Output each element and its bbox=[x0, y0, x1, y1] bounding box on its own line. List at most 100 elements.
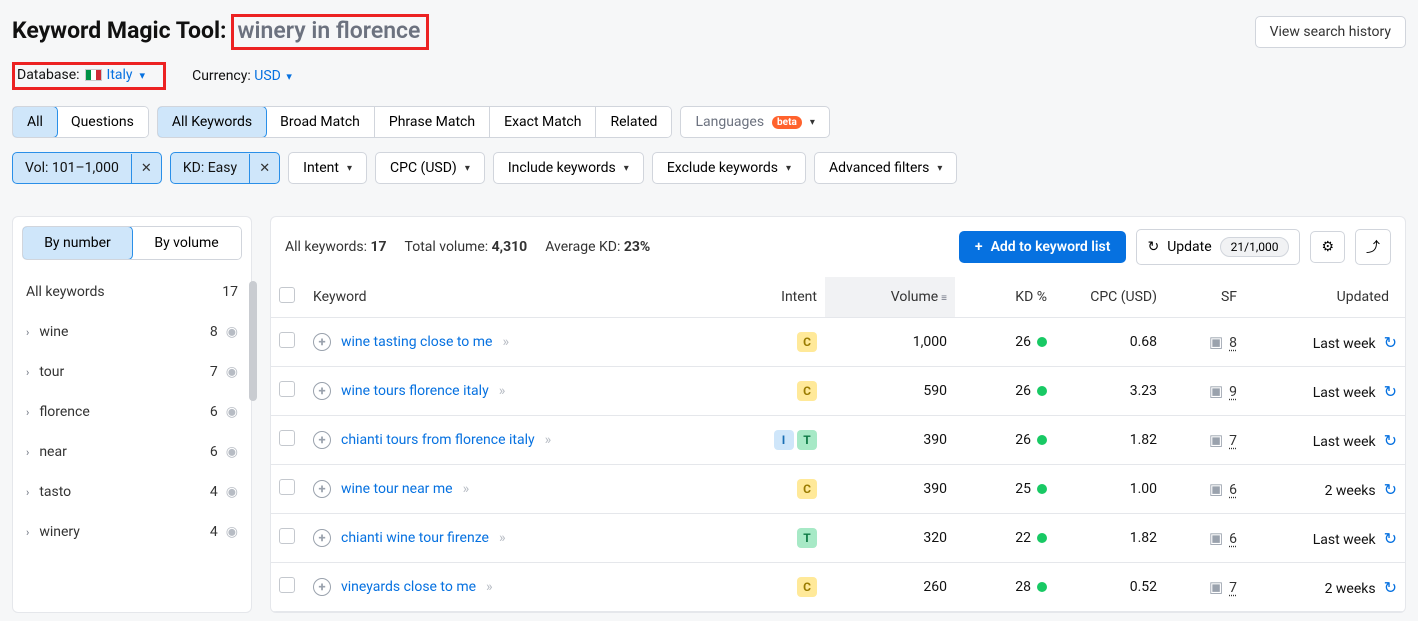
expand-icon[interactable]: » bbox=[502, 334, 506, 350]
row-checkbox[interactable] bbox=[279, 528, 295, 544]
exclude-keywords-button[interactable]: Exclude keywords▾ bbox=[652, 152, 806, 184]
sf-value[interactable]: 6 bbox=[1229, 482, 1237, 498]
settings-button[interactable]: ⚙ bbox=[1310, 231, 1345, 263]
keyword-link[interactable]: chianti tours from florence italy bbox=[341, 432, 535, 448]
volume-filter-chip: Vol: 101–1,000 ✕ bbox=[12, 152, 162, 184]
intent-filter-button[interactable]: Intent▾ bbox=[288, 152, 367, 184]
select-all-checkbox[interactable] bbox=[279, 287, 295, 303]
serp-features-icon[interactable]: ▣ bbox=[1209, 578, 1223, 596]
database-selector[interactable]: Database: Italy ▾ bbox=[12, 62, 166, 90]
row-checkbox[interactable] bbox=[279, 332, 295, 348]
sidebar-scrollbar[interactable] bbox=[249, 281, 257, 401]
add-keyword-icon[interactable]: + bbox=[313, 333, 331, 351]
intent-badge-T: T bbox=[797, 430, 817, 450]
currency-selector[interactable]: Currency: USD ▾ bbox=[192, 68, 292, 84]
keywords-table: Keyword Intent Volume≡ KD % CPC (USD) SF… bbox=[271, 277, 1405, 612]
volume-value: 320 bbox=[825, 514, 955, 563]
sidebar-item[interactable]: ›florence 6◉ bbox=[22, 392, 242, 432]
eye-icon[interactable]: ◉ bbox=[226, 524, 238, 540]
add-keyword-icon[interactable]: + bbox=[313, 480, 331, 498]
filter-phrase-match-button[interactable]: Phrase Match bbox=[375, 107, 490, 137]
add-keyword-icon[interactable]: + bbox=[313, 529, 331, 547]
intent-badge-C: C bbox=[797, 381, 817, 401]
filter-broad-match-button[interactable]: Broad Match bbox=[266, 107, 375, 137]
refresh-row-icon[interactable]: ↻ bbox=[1384, 578, 1397, 597]
add-to-keyword-list-button[interactable]: + Add to keyword list bbox=[959, 231, 1127, 263]
eye-icon[interactable]: ◉ bbox=[226, 324, 238, 340]
row-checkbox[interactable] bbox=[279, 577, 295, 593]
expand-icon[interactable]: » bbox=[499, 383, 503, 399]
column-kd[interactable]: KD % bbox=[955, 277, 1055, 318]
cpc-value: 1.82 bbox=[1055, 416, 1165, 465]
row-checkbox[interactable] bbox=[279, 381, 295, 397]
keyword-link[interactable]: wine tasting close to me bbox=[341, 334, 492, 350]
add-keyword-icon[interactable]: + bbox=[313, 578, 331, 596]
refresh-row-icon[interactable]: ↻ bbox=[1384, 431, 1397, 450]
add-keyword-icon[interactable]: + bbox=[313, 431, 331, 449]
column-sf[interactable]: SF bbox=[1165, 277, 1245, 318]
expand-icon[interactable]: » bbox=[486, 579, 490, 595]
column-cpc[interactable]: CPC (USD) bbox=[1055, 277, 1165, 318]
chevron-down-icon: ▾ bbox=[624, 163, 629, 174]
remove-kd-chip-button[interactable]: ✕ bbox=[249, 154, 279, 183]
languages-filter-button[interactable]: Languages beta ▾ bbox=[680, 106, 829, 138]
eye-icon[interactable]: ◉ bbox=[226, 364, 238, 380]
serp-features-icon[interactable]: ▣ bbox=[1209, 480, 1223, 498]
sidebar-item[interactable]: ›near 6◉ bbox=[22, 432, 242, 472]
view-search-history-button[interactable]: View search history bbox=[1255, 16, 1406, 48]
keyword-link[interactable]: chianti wine tour firenze bbox=[341, 530, 489, 546]
filter-all-keywords-button[interactable]: All Keywords bbox=[157, 106, 267, 138]
sidebar-item[interactable]: ›wine 8◉ bbox=[22, 312, 242, 352]
serp-features-icon[interactable]: ▣ bbox=[1209, 529, 1223, 547]
sf-value[interactable]: 7 bbox=[1229, 580, 1237, 596]
row-checkbox[interactable] bbox=[279, 479, 295, 495]
sidebar-item[interactable]: ›tour 7◉ bbox=[22, 352, 242, 392]
remove-volume-chip-button[interactable]: ✕ bbox=[131, 154, 161, 183]
sf-value[interactable]: 7 bbox=[1229, 433, 1237, 449]
cpc-filter-button[interactable]: CPC (USD)▾ bbox=[375, 152, 485, 184]
refresh-row-icon[interactable]: ↻ bbox=[1384, 480, 1397, 499]
filter-related-button[interactable]: Related bbox=[596, 107, 671, 137]
sf-value[interactable]: 9 bbox=[1229, 384, 1237, 400]
eye-icon[interactable]: ◉ bbox=[226, 444, 238, 460]
updated-value: Last week bbox=[1313, 336, 1376, 352]
kd-value: 26 bbox=[1015, 383, 1031, 399]
refresh-row-icon[interactable]: ↻ bbox=[1384, 333, 1397, 352]
sf-value[interactable]: 8 bbox=[1229, 335, 1237, 351]
export-button[interactable]: ⤴ bbox=[1355, 229, 1391, 265]
include-keywords-button[interactable]: Include keywords▾ bbox=[493, 152, 644, 184]
sidebar-item[interactable]: ›winery 4◉ bbox=[22, 512, 242, 552]
column-keyword[interactable]: Keyword bbox=[305, 277, 745, 318]
serp-features-icon[interactable]: ▣ bbox=[1209, 333, 1223, 351]
sidebar-all-keywords[interactable]: All keywords 17 bbox=[22, 272, 242, 312]
eye-icon[interactable]: ◉ bbox=[226, 404, 238, 420]
keyword-link[interactable]: wine tour near me bbox=[341, 481, 453, 497]
filter-exact-match-button[interactable]: Exact Match bbox=[490, 107, 596, 137]
sort-by-number-button[interactable]: By number bbox=[22, 226, 133, 260]
column-volume[interactable]: Volume≡ bbox=[825, 277, 955, 318]
sidebar-item[interactable]: ›tasto 4◉ bbox=[22, 472, 242, 512]
serp-features-icon[interactable]: ▣ bbox=[1209, 431, 1223, 449]
filter-questions-button[interactable]: Questions bbox=[57, 107, 148, 137]
update-button[interactable]: ↻ Update 21/1,000 bbox=[1136, 229, 1300, 265]
keyword-link[interactable]: vineyards close to me bbox=[341, 579, 476, 595]
expand-icon[interactable]: » bbox=[545, 432, 549, 448]
sf-value[interactable]: 6 bbox=[1229, 531, 1237, 547]
expand-icon[interactable]: » bbox=[463, 481, 467, 497]
refresh-row-icon[interactable]: ↻ bbox=[1384, 382, 1397, 401]
filter-all-button[interactable]: All bbox=[12, 106, 58, 138]
sidebar-item-label: winery bbox=[39, 524, 80, 540]
row-checkbox[interactable] bbox=[279, 430, 295, 446]
refresh-row-icon[interactable]: ↻ bbox=[1384, 529, 1397, 548]
sort-by-volume-button[interactable]: By volume bbox=[132, 227, 241, 259]
eye-icon[interactable]: ◉ bbox=[226, 484, 238, 500]
column-updated[interactable]: Updated bbox=[1245, 277, 1405, 318]
add-keyword-icon[interactable]: + bbox=[313, 382, 331, 400]
advanced-filters-button[interactable]: Advanced filters▾ bbox=[814, 152, 957, 184]
serp-features-icon[interactable]: ▣ bbox=[1209, 382, 1223, 400]
keyword-link[interactable]: wine tours florence italy bbox=[341, 383, 489, 399]
intent-badge-C: C bbox=[797, 479, 817, 499]
column-intent[interactable]: Intent bbox=[745, 277, 825, 318]
expand-icon[interactable]: » bbox=[499, 530, 503, 546]
cpc-value: 0.52 bbox=[1055, 563, 1165, 612]
